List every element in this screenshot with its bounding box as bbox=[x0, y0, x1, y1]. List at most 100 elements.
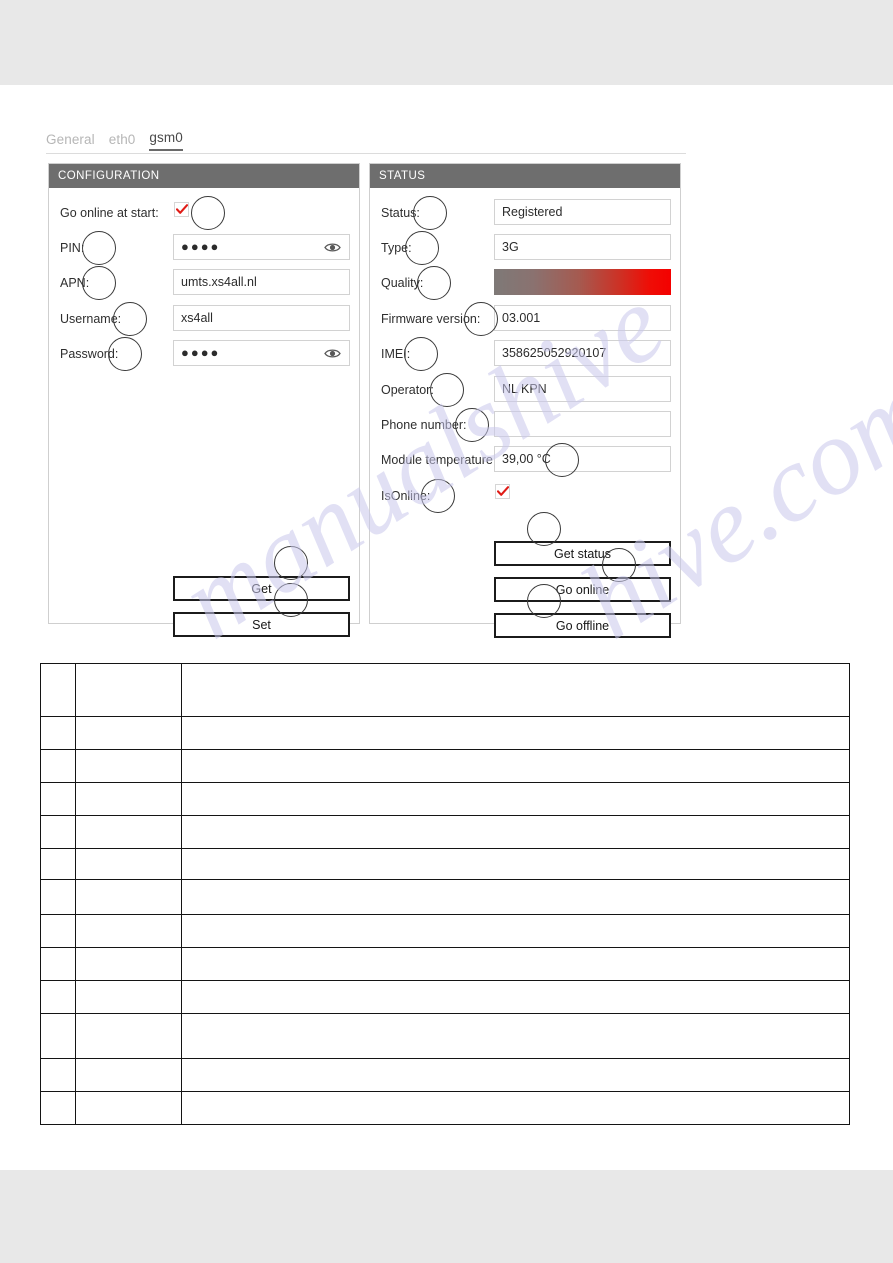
checkmark-icon bbox=[175, 204, 188, 214]
table-cell-name bbox=[74, 749, 183, 783]
annotation-circle-imei bbox=[404, 337, 438, 371]
get-button[interactable]: Get bbox=[173, 576, 350, 601]
label-operator: Operator: bbox=[381, 383, 434, 397]
table-cell-index bbox=[40, 1058, 76, 1092]
module-temperature-value-field: 39,00 °C bbox=[494, 446, 671, 472]
table-cell-index bbox=[40, 663, 76, 717]
table-cell-description bbox=[181, 749, 850, 783]
annotation-circle-firmware-version bbox=[464, 302, 498, 336]
annotation-circle-pin bbox=[82, 231, 116, 265]
tab-gsm0[interactable]: gsm0 bbox=[149, 130, 183, 151]
annotation-circle-phone-number bbox=[455, 408, 489, 442]
firmware-version-value: 03.001 bbox=[502, 311, 541, 325]
table-cell-description bbox=[181, 716, 850, 750]
reference-table-body bbox=[40, 663, 850, 1125]
password-input[interactable]: ●●●● bbox=[173, 340, 350, 366]
table-cell-description bbox=[181, 1058, 850, 1092]
annotation-circle-is-online bbox=[421, 479, 455, 513]
annotation-circle-operator bbox=[430, 373, 464, 407]
tab-general[interactable]: General bbox=[46, 132, 95, 151]
table-row bbox=[40, 848, 850, 880]
username-input-value: xs4all bbox=[181, 311, 213, 325]
table-row bbox=[40, 1091, 850, 1125]
checkbox-is-online bbox=[495, 484, 510, 499]
table-cell-description bbox=[181, 947, 850, 981]
annotation-circle-go-online-at-start bbox=[191, 196, 225, 230]
table-cell-name bbox=[74, 815, 183, 849]
table-cell-index bbox=[40, 848, 76, 880]
table-cell-description bbox=[181, 782, 850, 816]
table-cell-name bbox=[74, 782, 183, 816]
table-cell-name bbox=[74, 1058, 183, 1092]
table-cell-index bbox=[40, 1091, 76, 1125]
annotation-circle-password bbox=[108, 337, 142, 371]
module-temperature-value: 39,00 °C bbox=[502, 452, 551, 466]
status-panel-title: STATUS bbox=[370, 164, 680, 188]
annotation-circle-go-online bbox=[602, 548, 636, 582]
table-row bbox=[40, 663, 850, 717]
table-cell-description bbox=[181, 848, 850, 880]
apn-input[interactable]: umts.xs4all.nl bbox=[173, 269, 350, 295]
reference-table bbox=[40, 663, 850, 1125]
table-cell-description bbox=[181, 914, 850, 948]
firmware-version-value-field: 03.001 bbox=[494, 305, 671, 331]
tab-bar: General eth0 gsm0 bbox=[46, 130, 686, 154]
tab-bar-underline bbox=[46, 153, 686, 154]
annotation-circle-quality bbox=[417, 266, 451, 300]
annotation-circle-type bbox=[405, 231, 439, 265]
table-row bbox=[40, 1058, 850, 1092]
go-online-button[interactable]: Go online bbox=[494, 577, 671, 602]
show-pin-icon[interactable] bbox=[324, 241, 341, 253]
page-top-band bbox=[0, 0, 893, 85]
tab-eth0[interactable]: eth0 bbox=[109, 132, 136, 151]
annotation-circle-set bbox=[274, 583, 308, 617]
imei-value-field: 358625052920107 bbox=[494, 340, 671, 366]
annotation-circle-get bbox=[274, 546, 308, 580]
operator-value: NL KPN bbox=[502, 382, 547, 396]
table-cell-description bbox=[181, 1013, 850, 1059]
show-password-icon[interactable] bbox=[324, 347, 341, 359]
label-phone-number: Phone number: bbox=[381, 418, 467, 432]
annotation-circle-apn bbox=[82, 266, 116, 300]
table-cell-index bbox=[40, 716, 76, 750]
table-cell-index bbox=[40, 914, 76, 948]
quality-signal-bar bbox=[494, 269, 671, 295]
table-cell-name bbox=[74, 716, 183, 750]
table-cell-name bbox=[74, 663, 183, 717]
operator-value-field: NL KPN bbox=[494, 376, 671, 402]
table-row bbox=[40, 1013, 850, 1059]
annotation-circle-status bbox=[413, 196, 447, 230]
table-row bbox=[40, 782, 850, 816]
table-cell-name bbox=[74, 947, 183, 981]
table-row bbox=[40, 749, 850, 783]
table-cell-description bbox=[181, 980, 850, 1014]
get-status-button[interactable]: Get status bbox=[494, 541, 671, 566]
configuration-panel-title: CONFIGURATION bbox=[49, 164, 359, 188]
table-cell-name bbox=[74, 914, 183, 948]
pin-input[interactable]: ●●●● bbox=[173, 234, 350, 260]
table-row bbox=[40, 879, 850, 915]
table-cell-name bbox=[74, 1013, 183, 1059]
table-cell-name bbox=[74, 879, 183, 915]
table-row bbox=[40, 716, 850, 750]
table-cell-description bbox=[181, 879, 850, 915]
table-cell-description bbox=[181, 815, 850, 849]
annotation-circle-username bbox=[113, 302, 147, 336]
table-cell-index bbox=[40, 947, 76, 981]
table-cell-index bbox=[40, 749, 76, 783]
go-offline-button[interactable]: Go offline bbox=[494, 613, 671, 638]
checkbox-go-online-at-start[interactable] bbox=[174, 202, 189, 217]
table-cell-name bbox=[74, 1091, 183, 1125]
username-input[interactable]: xs4all bbox=[173, 305, 350, 331]
table-cell-description bbox=[181, 663, 850, 717]
checkmark-icon bbox=[496, 486, 509, 496]
table-row bbox=[40, 980, 850, 1014]
apn-input-value: umts.xs4all.nl bbox=[181, 275, 257, 289]
set-button[interactable]: Set bbox=[173, 612, 350, 637]
status-value-field: Registered bbox=[494, 199, 671, 225]
label-go-online-at-start: Go online at start: bbox=[60, 206, 159, 220]
annotation-circle-go-offline bbox=[527, 584, 561, 618]
annotation-circle-module-temperature bbox=[545, 443, 579, 477]
imei-value: 358625052920107 bbox=[502, 346, 607, 360]
table-cell-index bbox=[40, 879, 76, 915]
